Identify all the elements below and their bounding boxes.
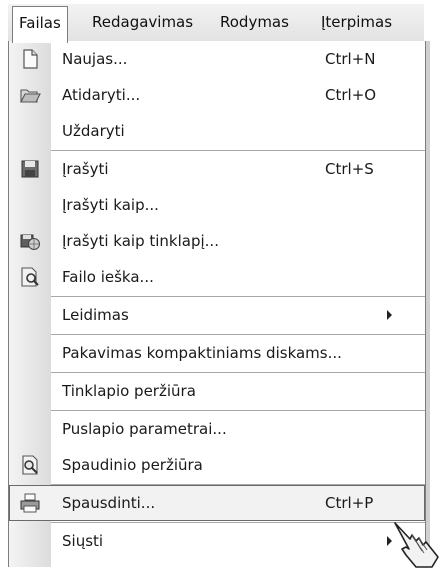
printer-icon bbox=[20, 493, 40, 513]
menu-item-label: Leidimas bbox=[62, 306, 129, 324]
open-folder-icon bbox=[20, 89, 41, 103]
menu-item-label: Įrašyti bbox=[62, 160, 109, 178]
menu-item-pakavimas[interactable]: Pakavimas kompaktiniams diskams... bbox=[9, 335, 425, 371]
menu-item-atidaryti[interactable]: Atidaryti... Ctrl+O bbox=[9, 77, 425, 113]
menu-iterpimas[interactable]: Įterpimas bbox=[321, 4, 392, 40]
shortcut-label: Ctrl+P bbox=[325, 494, 374, 512]
menu-item-puslapio-parametrai[interactable]: Puslapio parametrai... bbox=[9, 411, 425, 447]
print-preview-icon bbox=[22, 455, 38, 475]
new-document-icon bbox=[23, 49, 38, 69]
menu-item-leidimas[interactable]: Leidimas bbox=[9, 297, 425, 333]
file-search-icon bbox=[21, 267, 39, 287]
menu-item-label: Spaudinio peržiūra bbox=[62, 456, 203, 474]
menu-redagavimas[interactable]: Redagavimas bbox=[92, 4, 193, 40]
menu-item-label: Siųsti bbox=[62, 532, 104, 550]
menu-item-failo-ieska[interactable]: Failo ieška... bbox=[9, 259, 425, 295]
save-as-web-page-icon bbox=[20, 234, 40, 250]
shortcut-label: Ctrl+O bbox=[325, 86, 377, 104]
menu-rodymas[interactable]: Rodymas bbox=[220, 4, 289, 40]
menu-failas[interactable]: Failas bbox=[12, 6, 68, 43]
menu-item-irasyti-kaip[interactable]: Įrašyti kaip... bbox=[9, 187, 425, 223]
menu-item-label: Pakavimas kompaktiniams diskams... bbox=[62, 344, 342, 362]
menu-item-label: Tinklapio peržiūra bbox=[62, 382, 196, 400]
menu-item-irasyti-kaip-tinklapi[interactable]: Įrašyti kaip tinklapį... bbox=[9, 223, 425, 259]
shortcut-label: Ctrl+N bbox=[325, 50, 376, 68]
menu-item-irasyti[interactable]: Įrašyti Ctrl+S bbox=[9, 151, 425, 187]
menu-bar: Failas Redagavimas Rodymas Įterpimas bbox=[8, 4, 424, 43]
menu-item-uzdaryti[interactable]: Uždaryti bbox=[9, 113, 425, 149]
menu-item-siusti[interactable]: Siųsti bbox=[9, 523, 425, 559]
menu-item-naujas[interactable]: Naujas... Ctrl+N bbox=[9, 41, 425, 77]
menu-item-label: Failo ieška... bbox=[62, 268, 154, 286]
menu-item-tinklapio-perziura[interactable]: Tinklapio peržiūra bbox=[9, 373, 425, 409]
shortcut-label: Ctrl+S bbox=[325, 160, 374, 178]
menu-item-label: Atidaryti... bbox=[62, 86, 141, 104]
menu-item-label: Įrašyti kaip tinklapį... bbox=[62, 232, 219, 250]
menu-item-label: Uždaryti bbox=[62, 122, 125, 140]
menu-item-spaudinio-perziura[interactable]: Spaudinio peržiūra bbox=[9, 447, 425, 483]
save-disk-icon bbox=[21, 160, 39, 178]
submenu-arrow-icon bbox=[387, 310, 392, 320]
hand-pointer-icon bbox=[394, 522, 439, 568]
menu-item-label: Puslapio parametrai... bbox=[62, 420, 227, 438]
file-menu-dropdown: Naujas... Ctrl+N Atidaryti... Ctrl+O Užd… bbox=[8, 41, 426, 567]
menu-item-spausdinti[interactable]: Spausdinti... Ctrl+P bbox=[9, 485, 425, 521]
menu-item-label: Įrašyti kaip... bbox=[62, 196, 159, 214]
menu-item-label: Spausdinti... bbox=[62, 494, 156, 512]
menu-item-label: Naujas... bbox=[62, 50, 128, 68]
